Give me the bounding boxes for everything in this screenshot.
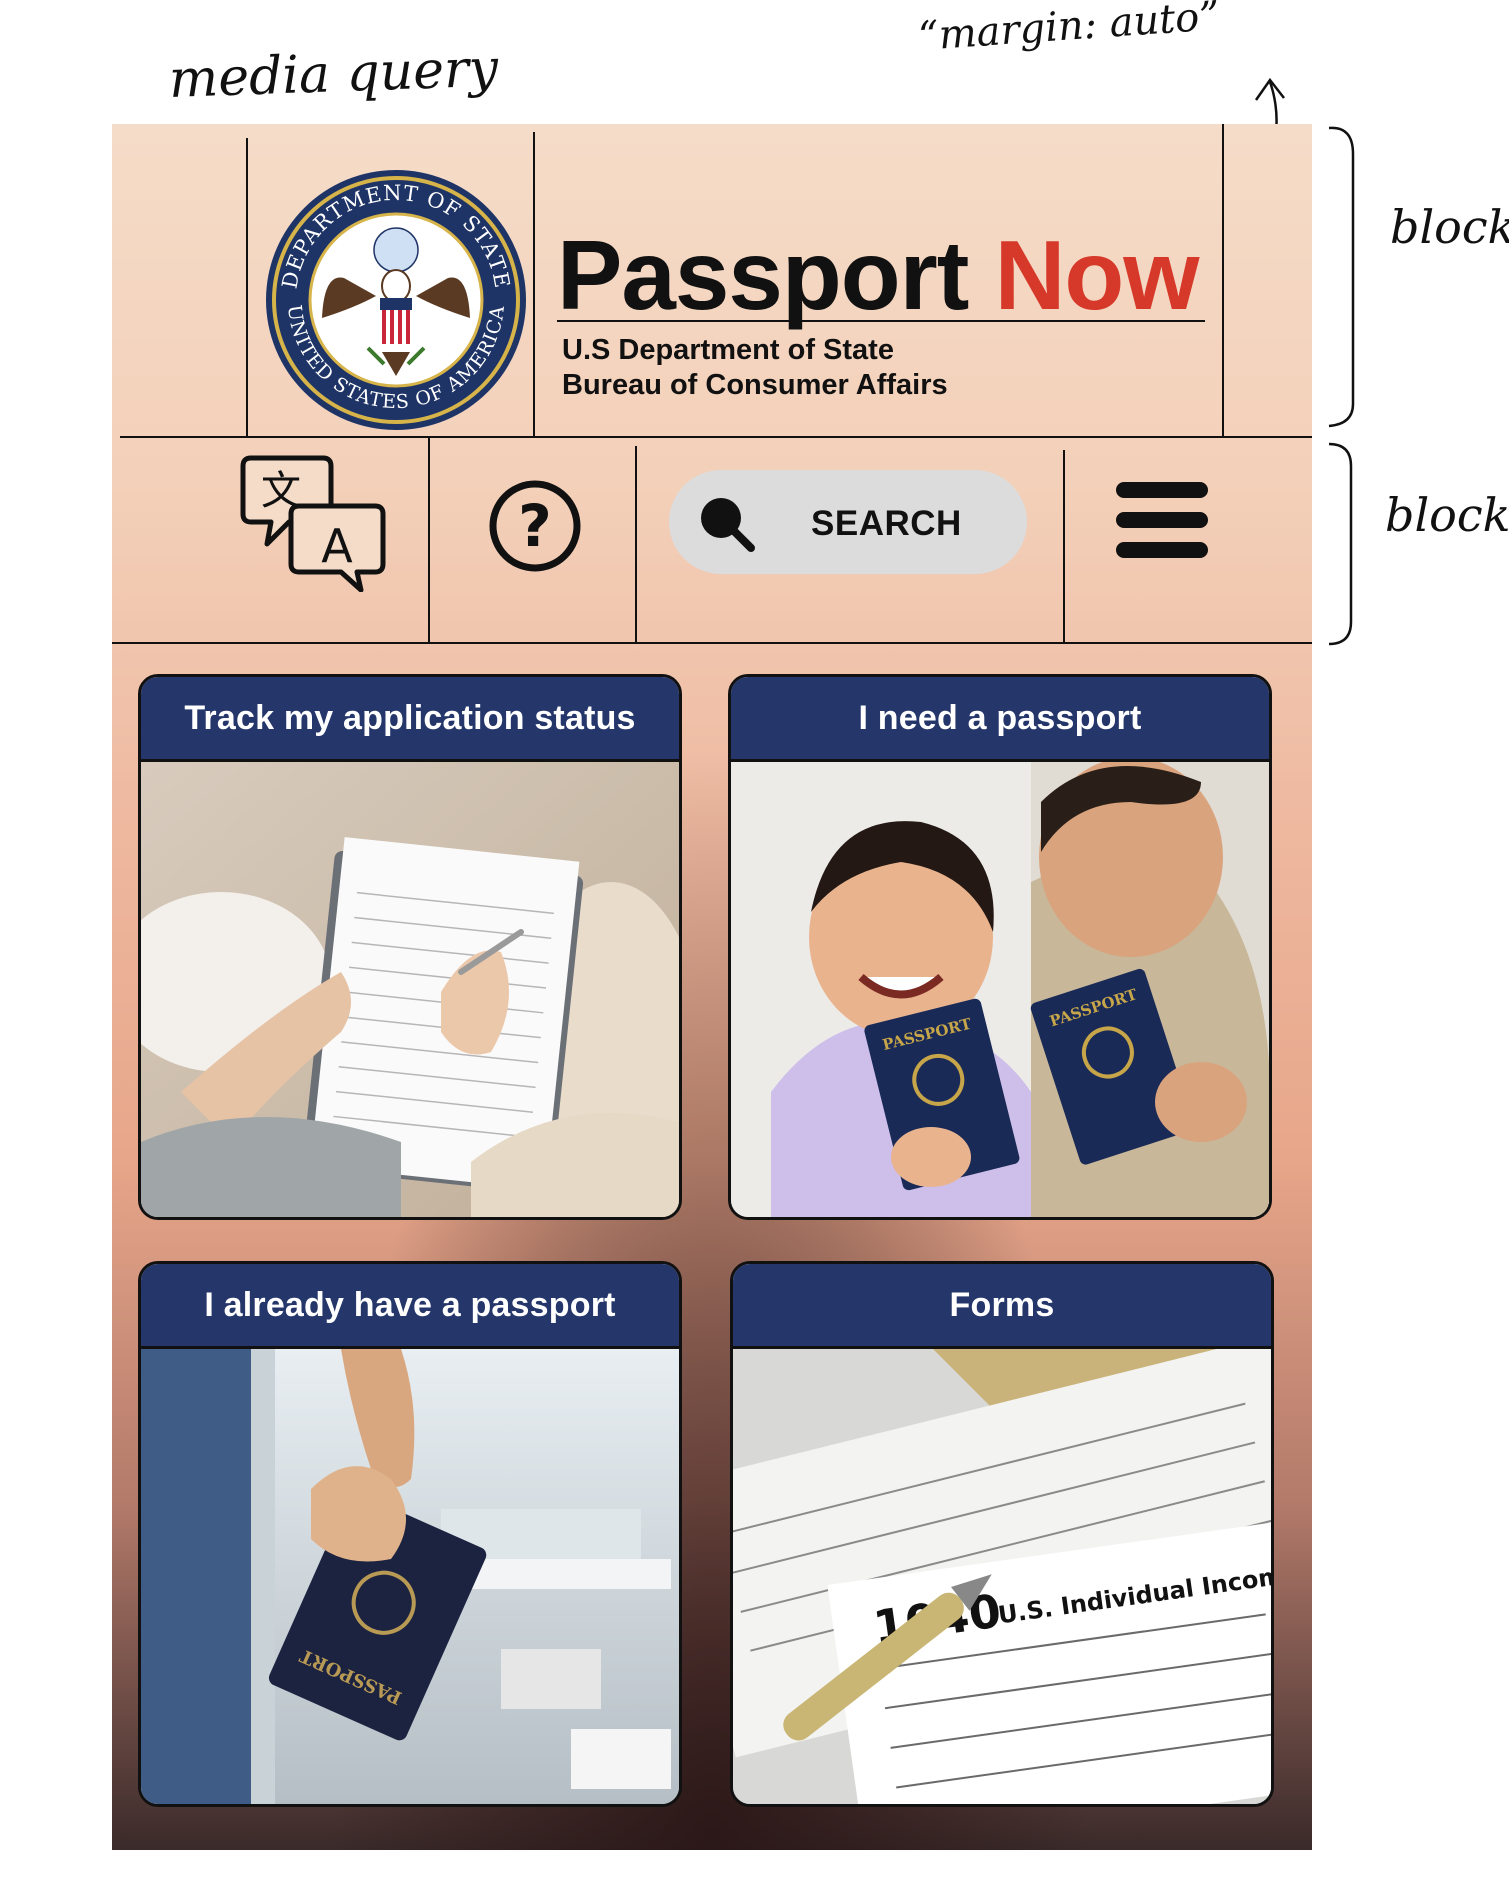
translate-icon: 文 A xyxy=(240,455,386,593)
translate-button[interactable]: 文 A xyxy=(237,452,393,593)
guide-line xyxy=(1063,450,1065,644)
help-icon: ? xyxy=(489,480,581,572)
mobile-page-mockup: DEPARTMENT OF STATE UNITED STATES OF AME… xyxy=(112,124,1312,1850)
menu-button[interactable] xyxy=(1114,478,1210,562)
guide-line xyxy=(246,138,248,436)
annotation-block-nav: block xyxy=(1385,488,1509,542)
title-divider xyxy=(557,320,1205,322)
guide-line xyxy=(112,642,1312,644)
subtitle-bureau: Bureau of Consumer Affairs xyxy=(562,369,948,401)
hamburger-menu-icon xyxy=(1116,482,1208,558)
annotation-margin-auto: “margin: auto” xyxy=(916,0,1222,60)
card-have-passport[interactable]: I already have a passport PASSPORT xyxy=(138,1261,682,1807)
tax-form-1040-photo: 1040 U.S. Individual Income xyxy=(733,1349,1271,1804)
app-title: Passport Now xyxy=(557,226,1199,324)
search-icon xyxy=(701,498,755,552)
passport-at-airport-photo: PASSPORT xyxy=(141,1349,679,1804)
subtitle-department: U.S Department of State xyxy=(562,334,894,366)
search-button[interactable]: SEARCH xyxy=(669,470,1027,574)
help-glyph: ? xyxy=(518,492,552,560)
family-with-passports-photo: PASSPORT PASSPORT xyxy=(731,762,1269,1217)
card-title: Forms xyxy=(733,1264,1271,1349)
help-button[interactable]: ? xyxy=(487,478,583,574)
card-track-application[interactable]: Track my application status xyxy=(138,674,682,1220)
guide-line xyxy=(428,438,430,644)
app-title-main: Passport xyxy=(557,220,969,330)
card-title: Track my application status xyxy=(141,677,679,762)
annotation-media-query: media query xyxy=(167,38,500,110)
card-forms[interactable]: Forms 1040 U.S. Individual Income xyxy=(730,1261,1274,1807)
annotation-brace-top xyxy=(1328,126,1355,428)
translate-glyph-source: 文 xyxy=(261,468,301,514)
search-label: SEARCH xyxy=(811,504,962,543)
card-title: I already have a passport xyxy=(141,1264,679,1349)
guide-line xyxy=(1222,124,1224,436)
department-of-state-seal-icon: DEPARTMENT OF STATE UNITED STATES OF AME… xyxy=(266,170,526,430)
annotation-brace-nav xyxy=(1328,442,1353,646)
clipboard-form-photo xyxy=(141,762,679,1217)
annotation-block-top: block xyxy=(1390,200,1509,254)
app-title-accent: Now xyxy=(994,220,1200,330)
guide-line xyxy=(635,446,637,644)
card-need-passport[interactable]: I need a passport PASSPORT PASSPORT xyxy=(728,674,1272,1220)
card-title: I need a passport xyxy=(731,677,1269,762)
translate-glyph-target: A xyxy=(321,519,353,573)
guide-line xyxy=(533,132,535,436)
guide-line xyxy=(120,436,1312,438)
